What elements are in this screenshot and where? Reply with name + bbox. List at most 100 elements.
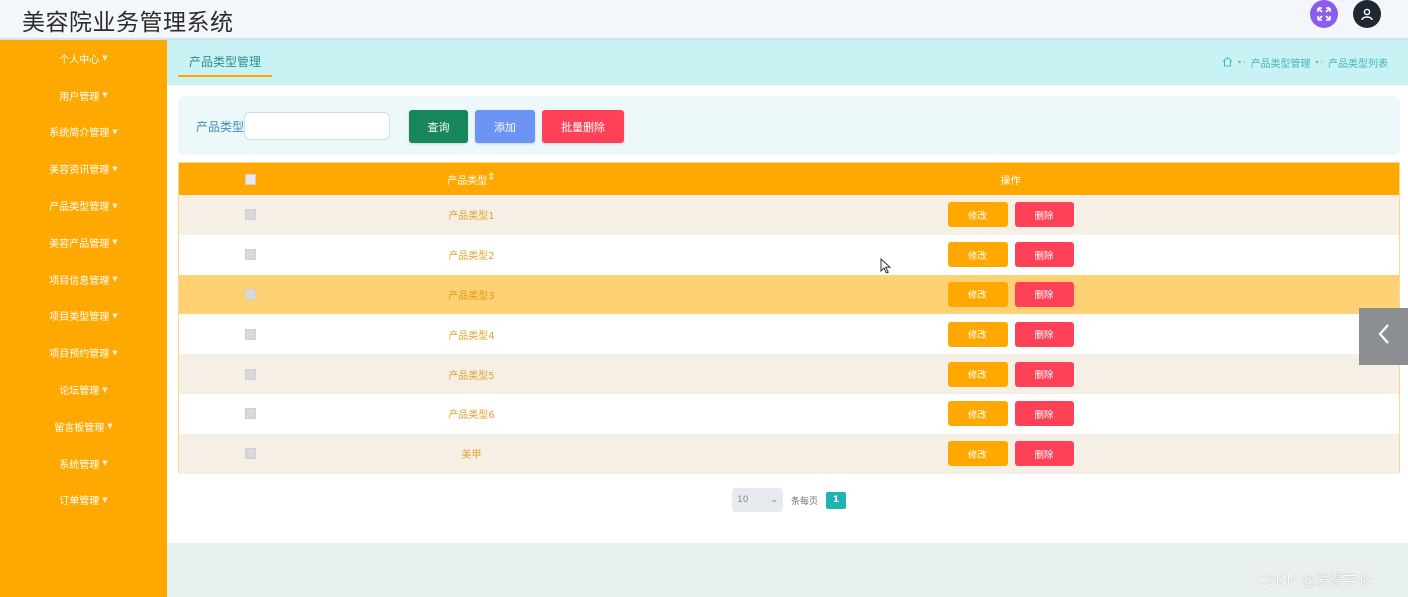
delete-button[interactable]: 删除 bbox=[1014, 321, 1074, 347]
row-checkbox[interactable] bbox=[244, 408, 256, 420]
caret-down-icon: ▼ bbox=[112, 311, 118, 320]
sidebar-item-product-types[interactable]: 产品类型管理 ▼ bbox=[0, 187, 167, 224]
delete-button[interactable]: 删除 bbox=[1014, 242, 1074, 268]
caret-down-icon: ▼ bbox=[112, 127, 118, 136]
pagination: 10 ⌄ 条每页 1 bbox=[732, 488, 847, 512]
query-button[interactable]: 查询 bbox=[409, 110, 468, 143]
delete-button[interactable]: 删除 bbox=[1014, 281, 1074, 307]
sidebar-item-label: 系统简介管理 bbox=[49, 128, 110, 140]
breadcrumb: •◦ 产品类型管理 •◦ 产品类型列表 bbox=[1222, 55, 1388, 70]
sidebar-item-project-types[interactable]: 项目类型管理 ▼ bbox=[0, 298, 167, 335]
sidebar-item-label: 项目预约管理 bbox=[49, 349, 110, 361]
sidebar-item-message-board[interactable]: 留言板管理 ▼ bbox=[0, 408, 167, 445]
mouse-cursor-icon bbox=[880, 257, 892, 274]
edit-button[interactable]: 修改 bbox=[947, 401, 1008, 427]
row-checkbox[interactable] bbox=[244, 249, 256, 261]
delete-button[interactable]: 删除 bbox=[1014, 361, 1074, 387]
sidebar-item-personal-center[interactable]: 个人中心 ▼ bbox=[0, 40, 167, 77]
caret-down-icon: ▼ bbox=[102, 495, 108, 504]
chevron-left-icon bbox=[1377, 322, 1391, 352]
home-icon[interactable] bbox=[1222, 56, 1233, 70]
sidebar-item-label: 项目信息管理 bbox=[49, 275, 110, 287]
sidebar-item-forum[interactable]: 论坛管理 ▼ bbox=[0, 371, 167, 408]
sidebar: 个人中心 ▼ 用户管理 ▼ 系统简介管理 ▼ 美容资讯管理 ▼ 产品类型管理 ▼ 美容产品… bbox=[0, 40, 167, 597]
sidebar-item-beauty-news[interactable]: 美容资讯管理 ▼ bbox=[0, 150, 167, 187]
row-checkbox[interactable] bbox=[244, 209, 256, 221]
caret-down-icon: ▼ bbox=[102, 385, 108, 394]
batch-delete-button[interactable]: 批量删除 bbox=[542, 110, 624, 143]
delete-button[interactable]: 删除 bbox=[1014, 202, 1074, 228]
sort-icon[interactable]: ⇕ bbox=[487, 172, 495, 187]
breadcrumb-item[interactable]: 产品类型管理 bbox=[1251, 55, 1311, 70]
table-row: 产品类型5 修改 删除 bbox=[179, 354, 1399, 394]
table-row: 产品类型2 修改 删除 bbox=[179, 234, 1399, 275]
delete-button[interactable]: 删除 bbox=[1014, 401, 1074, 427]
tab-product-types[interactable]: 产品类型管理 bbox=[178, 51, 273, 77]
edit-button[interactable]: 修改 bbox=[947, 321, 1008, 347]
cell-product-type: 产品类型6 bbox=[448, 410, 495, 422]
sidebar-item-system-intro[interactable]: 系统简介管理 ▼ bbox=[0, 114, 167, 151]
edit-button[interactable]: 修改 bbox=[947, 441, 1008, 467]
table-row: 产品类型3 修改 删除 bbox=[179, 274, 1399, 315]
user-icon[interactable] bbox=[1353, 0, 1381, 28]
app-title: 美容院业务管理系统 bbox=[22, 10, 234, 36]
cell-product-type: 产品类型3 bbox=[448, 290, 495, 302]
row-checkbox[interactable] bbox=[244, 448, 256, 460]
sidebar-item-users[interactable]: 用户管理 ▼ bbox=[0, 77, 167, 114]
sidebar-item-project-info[interactable]: 项目信息管理 ▼ bbox=[0, 261, 167, 298]
sidebar-item-label: 留言板管理 bbox=[54, 422, 105, 434]
sidebar-item-orders[interactable]: 订单管理 ▼ bbox=[0, 482, 167, 519]
edit-button[interactable]: 修改 bbox=[947, 281, 1008, 307]
caret-down-icon: ▼ bbox=[112, 164, 118, 173]
add-button[interactable]: 添加 bbox=[475, 110, 535, 143]
sidebar-item-label: 用户管理 bbox=[59, 91, 100, 103]
cell-product-type: 产品类型4 bbox=[448, 330, 495, 342]
caret-down-icon: ▼ bbox=[112, 275, 118, 284]
edit-button[interactable]: 修改 bbox=[947, 202, 1008, 228]
separator-icon: •◦ bbox=[1314, 58, 1324, 67]
caret-down-icon: ▼ bbox=[112, 238, 118, 247]
cell-product-type: 产品类型1 bbox=[448, 211, 495, 223]
select-all-checkbox[interactable] bbox=[244, 173, 256, 185]
sidebar-item-beauty-products[interactable]: 美容产品管理 ▼ bbox=[0, 224, 167, 261]
search-label: 产品类型 bbox=[196, 120, 245, 134]
chevron-down-icon: ⌄ bbox=[770, 495, 778, 505]
caret-down-icon: ▼ bbox=[107, 422, 113, 431]
product-type-table: 产品类型 ⇕ 操作 产品类型1 修改 删除 产品类型2 修改 删除 产品类型3 修改删… bbox=[178, 162, 1400, 474]
sidebar-item-label: 项目类型管理 bbox=[49, 312, 110, 324]
page-number-button[interactable]: 1 bbox=[826, 491, 847, 509]
sidebar-item-label: 个人中心 bbox=[59, 54, 100, 66]
caret-down-icon: ▼ bbox=[102, 91, 108, 100]
cell-product-type: 产品类型2 bbox=[448, 251, 495, 263]
tab-bar: 产品类型管理 •◦ 产品类型管理 •◦ 产品类型列表 bbox=[167, 40, 1408, 85]
sidebar-item-label: 美容资讯管理 bbox=[49, 165, 110, 177]
cell-product-type: 美甲 bbox=[461, 450, 482, 462]
table-row: 产品类型4 修改 删除 bbox=[179, 314, 1399, 355]
sidebar-item-label: 美容产品管理 bbox=[49, 238, 110, 250]
fullscreen-icon[interactable] bbox=[1310, 0, 1338, 28]
table-header: 产品类型 ⇕ 操作 bbox=[179, 163, 1399, 195]
row-checkbox[interactable] bbox=[244, 368, 256, 380]
edit-button[interactable]: 修改 bbox=[947, 361, 1008, 387]
table-row: 产品类型6 修改 删除 bbox=[179, 393, 1399, 434]
separator-icon: •◦ bbox=[1237, 58, 1247, 67]
caret-down-icon: ▼ bbox=[102, 54, 108, 63]
sidebar-item-label: 论坛管理 bbox=[59, 386, 100, 398]
sidebar-item-system[interactable]: 系统管理 ▼ bbox=[0, 445, 167, 482]
row-checkbox[interactable] bbox=[244, 288, 256, 300]
per-page-label: 条每页 bbox=[791, 496, 819, 507]
table-row: 产品类型1 修改 删除 bbox=[179, 195, 1399, 235]
cell-product-type: 产品类型5 bbox=[448, 370, 495, 382]
caret-down-icon: ▼ bbox=[112, 348, 118, 357]
main-content: 产品类型管理 •◦ 产品类型管理 •◦ 产品类型列表 产品类型 查询 添加 批量… bbox=[167, 40, 1408, 543]
collapse-panel-button[interactable] bbox=[1359, 308, 1408, 365]
product-type-search-input[interactable] bbox=[244, 112, 390, 140]
delete-button[interactable]: 删除 bbox=[1014, 441, 1074, 467]
column-header-type[interactable]: 产品类型 ⇕ bbox=[321, 172, 622, 187]
page-size-select[interactable]: 10 ⌄ bbox=[732, 488, 783, 512]
table-row: 美甲 修改 删除 bbox=[179, 433, 1399, 474]
sidebar-item-label: 产品类型管理 bbox=[49, 202, 110, 214]
edit-button[interactable]: 修改 bbox=[947, 242, 1008, 268]
sidebar-item-project-booking[interactable]: 项目预约管理 ▼ bbox=[0, 334, 167, 371]
row-checkbox[interactable] bbox=[244, 328, 256, 340]
